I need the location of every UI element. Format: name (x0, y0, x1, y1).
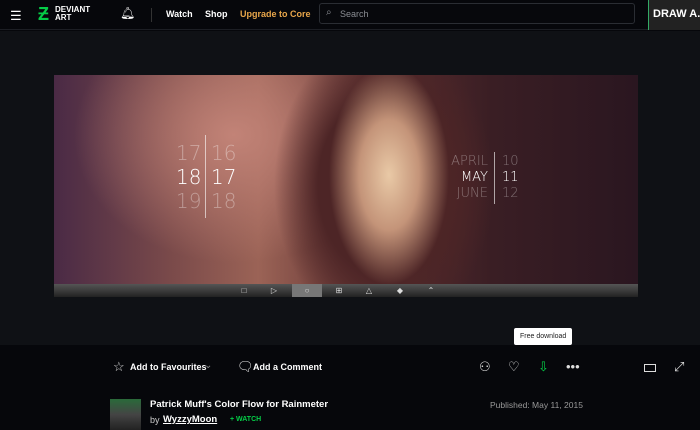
num: 18 (176, 165, 202, 189)
num: 18 (211, 189, 237, 213)
nav-shop[interactable]: Shop (205, 9, 228, 19)
day: 11 (502, 170, 519, 185)
search-input[interactable]: ⌕ Search (319, 3, 635, 24)
circle-icon: ○ (292, 284, 322, 297)
hours-col: 17 18 19 (176, 141, 202, 213)
top-bar: ☰ Ƶ DEVIANT ART 🔔︎ Watch Shop Upgrade to… (0, 0, 700, 30)
gift-icon[interactable]: ♡ (508, 359, 520, 375)
square-icon: □ (241, 286, 247, 295)
diamond-icon: ◆ (396, 286, 404, 295)
minutes-col: 16 17 18 (211, 141, 236, 213)
deviantart-logo-icon[interactable]: Ƶ (38, 4, 49, 25)
day: 10 (502, 154, 519, 169)
month: JUNE (456, 186, 488, 201)
search-icon: ⌕ (326, 7, 332, 18)
separator (494, 152, 495, 204)
menu-icon[interactable]: ☰ (10, 8, 22, 24)
author-link[interactable]: WyzzyMoon (163, 414, 217, 425)
num: 17 (211, 165, 237, 189)
watch-button[interactable]: + WATCH (230, 416, 261, 423)
add-to-favourites-button[interactable]: Add to Favourites (130, 362, 207, 372)
search-placeholder: Search (340, 9, 369, 19)
by-label: by (150, 415, 160, 425)
day: 12 (502, 186, 519, 201)
comment-icon[interactable]: 🗨︎ (237, 359, 254, 375)
more-icon[interactable]: ••• (566, 359, 580, 374)
month: APRIL (451, 154, 488, 169)
fullscreen-icon[interactable]: ⤢ (674, 359, 684, 375)
num: 19 (176, 189, 202, 213)
windows-icon: ⊞ (335, 286, 343, 295)
add-comment-button[interactable]: Add a Comment (253, 362, 322, 372)
triangle-icon: △ (365, 286, 373, 295)
logo-text[interactable]: DEVIANT ART (55, 6, 95, 22)
author-avatar[interactable] (110, 399, 141, 430)
divider (151, 8, 152, 22)
collection-icon[interactable]: ⚇ (479, 359, 491, 375)
artwork-image[interactable]: 17 18 19 16 17 18 APRIL MAY JUNE 10 11 12 □ ▷ ○ … (54, 75, 638, 297)
download-icon[interactable]: ⇩ (538, 359, 549, 375)
num: 16 (211, 141, 237, 165)
favourite-dropdown-chevron-icon[interactable]: ⌄ (204, 360, 212, 371)
published-date: Published: May 11, 2015 (490, 400, 583, 410)
months-col: APRIL MAY JUNE (444, 154, 488, 202)
nav-watch[interactable]: Watch (166, 9, 193, 19)
chevron-up-icon: ⌃ (427, 286, 435, 295)
deviation-title: Patrick Muff's Color Flow for Rainmeter (150, 399, 329, 410)
star-icon[interactable]: ☆ (113, 359, 125, 375)
upgrade-link[interactable]: Upgrade to Core (240, 9, 311, 19)
play-icon: ▷ (270, 286, 278, 295)
bell-icon[interactable]: 🔔︎ (120, 6, 135, 20)
taskbar: □ ▷ ○ ⊞ △ ◆ ⌃ (54, 284, 638, 297)
theatre-mode-icon[interactable] (644, 364, 656, 372)
num: 17 (176, 141, 202, 165)
days-col: 10 11 12 (502, 154, 519, 202)
month: MAY (460, 170, 488, 185)
separator (205, 135, 206, 218)
user-avatar[interactable]: DRAW A... (648, 0, 700, 30)
tooltip: Free download (514, 328, 573, 345)
